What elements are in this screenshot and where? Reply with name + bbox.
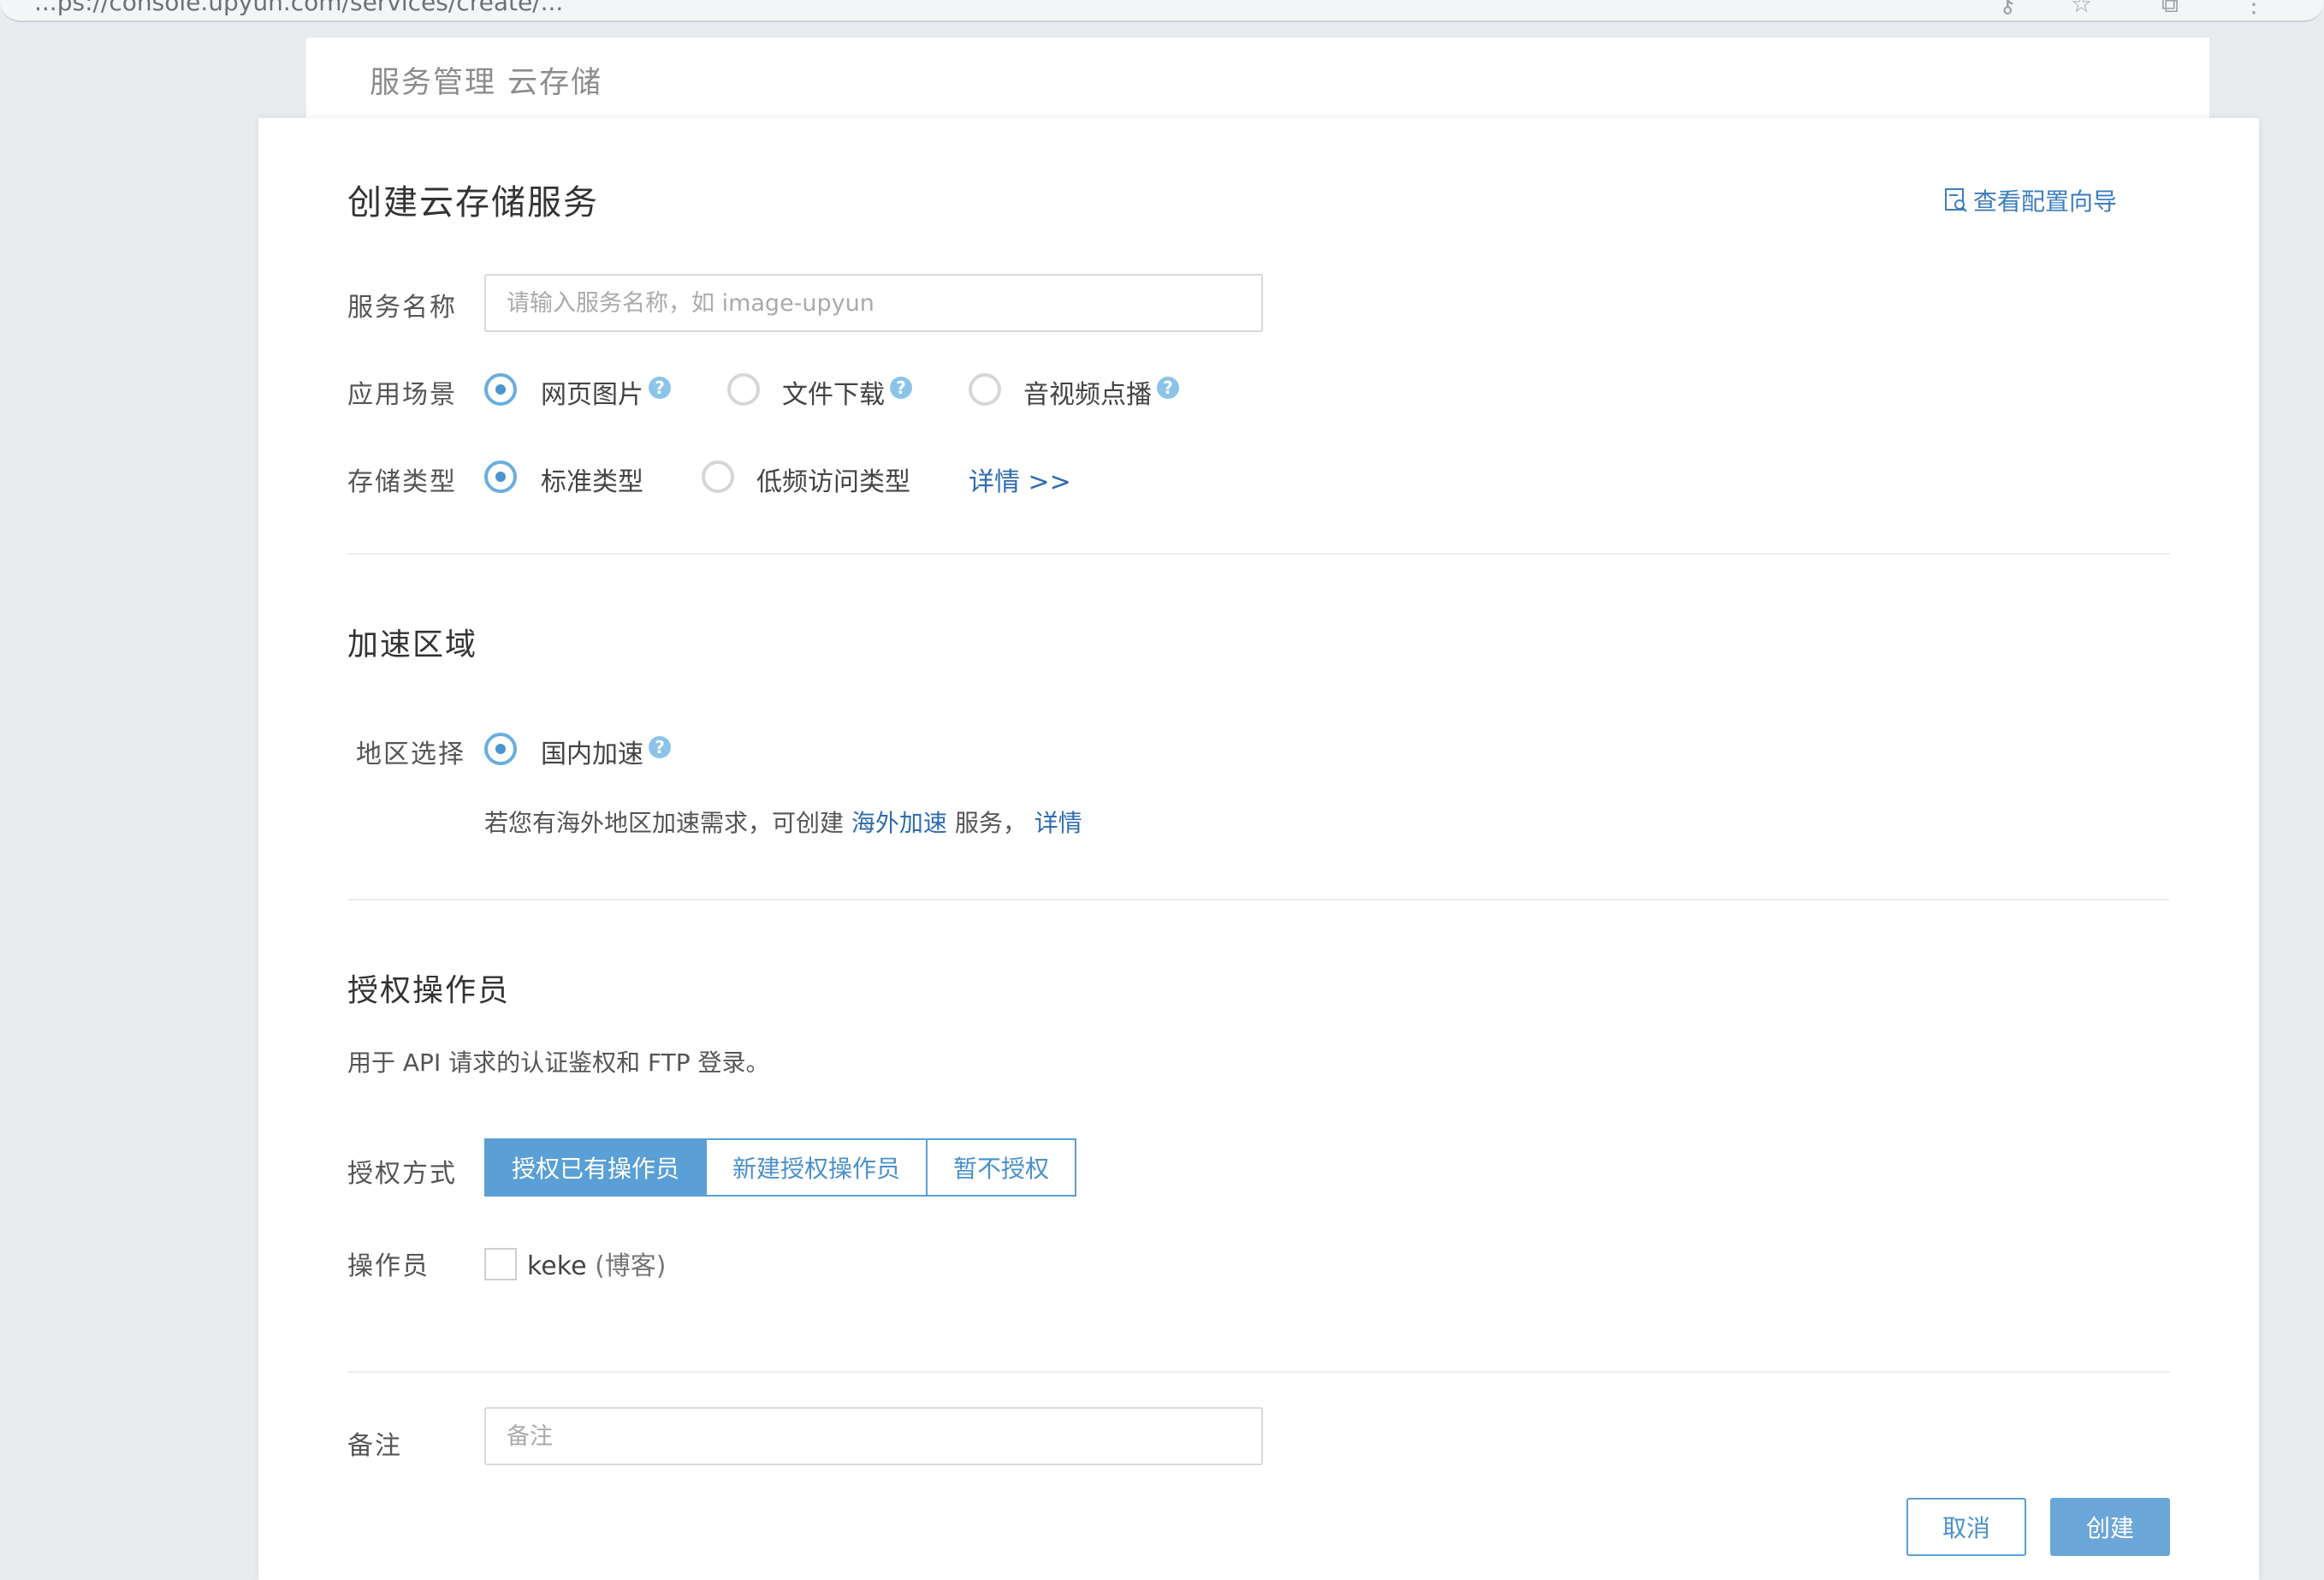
storage-infrequent-radio[interactable] — [702, 460, 734, 493]
region-domestic-radio[interactable] — [484, 733, 517, 765]
auth-new-operator-button[interactable]: 新建授权操作员 — [707, 1138, 928, 1197]
overseas-acceleration-link[interactable]: 海外加速 — [851, 809, 947, 837]
acceleration-section-title: 加速区域 — [347, 627, 478, 662]
help-icon[interactable]: ? — [649, 736, 671, 758]
storage-details-link[interactable]: 详情 >> — [969, 460, 1071, 498]
scenario-video-label: 音视频点播 — [1023, 380, 1152, 410]
overseas-note-prefix: 若您有海外地区加速需求，可创建 — [484, 809, 845, 837]
operator-keke-checkbox[interactable] — [484, 1248, 517, 1280]
operator-keke-label: keke (博客) — [527, 1244, 667, 1282]
modal-title: 创建云存储服务 — [347, 183, 599, 223]
operators-section-title: 授权操作员 — [347, 973, 511, 1008]
storage-type-label: 存储类型 — [347, 467, 457, 497]
scenario-web-images-radio[interactable] — [484, 373, 517, 406]
help-icon[interactable]: ? — [1157, 377, 1179, 399]
divider — [347, 1371, 2170, 1373]
auth-existing-operator-button[interactable]: 授权已有操作员 — [484, 1138, 708, 1197]
page-title: 服务管理 云存储 — [370, 66, 603, 100]
help-icon[interactable]: ? — [649, 377, 671, 399]
scenario-web-images-label: 网页图片 — [541, 380, 643, 410]
service-name-input[interactable] — [484, 274, 1263, 332]
operators-description: 用于 API 请求的认证鉴权和 FTP 登录。 — [347, 1048, 770, 1077]
divider — [347, 899, 2170, 900]
menu-icon[interactable]: ⋮ — [2242, 0, 2266, 18]
operator-label: 操作员 — [347, 1251, 430, 1281]
scenario-label: 应用场景 — [347, 380, 457, 410]
help-icon[interactable]: ? — [890, 377, 912, 399]
cancel-button[interactable]: 取消 — [1906, 1498, 2026, 1556]
overseas-note: 若您有海外地区加速需求，可创建 海外加速 服务， 详情 — [484, 805, 1082, 839]
scenario-file-download-radio[interactable] — [727, 373, 760, 406]
operator-name: keke — [527, 1251, 587, 1281]
star-icon[interactable]: ☆ — [2071, 0, 2092, 18]
browser-toolbar: ...ps://console.upyun.com/services/creat… — [0, 0, 2324, 22]
scenario-file-download-label: 文件下载 — [782, 380, 885, 410]
create-button[interactable]: 创建 — [2050, 1498, 2170, 1556]
auth-method-label: 授权方式 — [347, 1159, 457, 1189]
remark-input[interactable] — [484, 1407, 1263, 1465]
remark-label: 备注 — [347, 1431, 402, 1461]
storage-standard-label: 标准类型 — [541, 467, 643, 497]
operator-note: (博客) — [595, 1251, 667, 1281]
storage-infrequent-label: 低频访问类型 — [756, 467, 910, 497]
region-label: 地区选择 — [356, 740, 465, 769]
key-icon[interactable]: ⚷ — [1999, 0, 2017, 18]
region-domestic-label: 国内加速 — [541, 740, 643, 769]
auth-method-segmented: 授权已有操作员 新建授权操作员 暂不授权 — [484, 1138, 1077, 1197]
guide-doc-icon — [1945, 188, 1967, 212]
create-service-modal: 创建云存储服务 查看配置向导 服务名称 应用场景 网页图片 ? 文件下载 ? 音… — [258, 118, 2259, 1580]
scenario-video-radio[interactable] — [969, 373, 1001, 406]
divider — [347, 553, 2170, 555]
address-bar[interactable]: ...ps://console.upyun.com/services/creat… — [34, 0, 563, 16]
extensions-icon[interactable]: ⧉ — [2161, 0, 2179, 19]
config-guide-link[interactable]: 查看配置向导 — [1944, 183, 2117, 217]
overseas-note-middle: 服务， — [954, 809, 1027, 837]
service-name-label: 服务名称 — [347, 293, 457, 323]
overseas-details-link[interactable]: 详情 — [1035, 809, 1082, 837]
config-guide-label: 查看配置向导 — [1973, 187, 2118, 216]
auth-skip-button[interactable]: 暂不授权 — [928, 1138, 1077, 1197]
storage-standard-radio[interactable] — [484, 460, 517, 493]
